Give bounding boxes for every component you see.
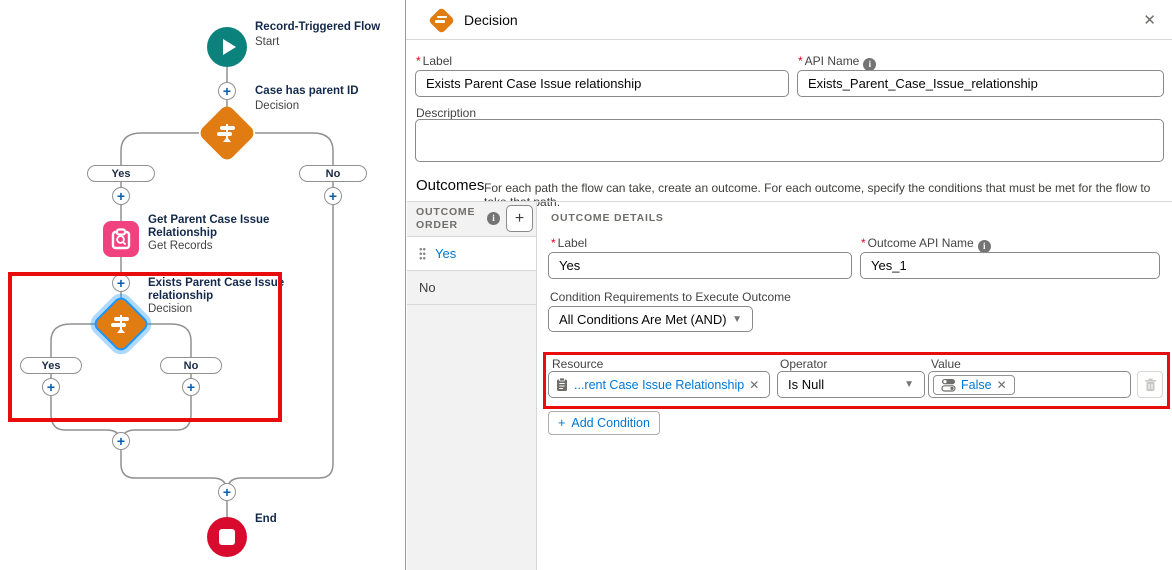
branch-label-yes: Yes <box>87 165 155 182</box>
outcomes-heading: Outcomes <box>416 177 484 194</box>
outcome-item-no[interactable]: No <box>407 271 536 305</box>
get-records-icon <box>110 228 132 250</box>
add-element-button[interactable]: + <box>42 378 60 396</box>
decision1-subtitle: Decision <box>255 100 299 113</box>
add-element-button[interactable]: + <box>324 187 342 205</box>
get-records-title: Get Parent Case Issue Relationship <box>148 214 313 240</box>
remove-value-icon[interactable]: ✕ <box>997 378 1007 392</box>
end-node[interactable] <box>207 517 247 557</box>
decision2-subtitle: Decision <box>148 303 192 316</box>
description-field-label: Description <box>416 106 476 120</box>
branch-label-no: No <box>160 357 222 374</box>
add-outcome-button[interactable]: + <box>506 205 533 232</box>
play-icon <box>223 39 236 55</box>
value-label: Value <box>931 357 961 371</box>
outcome-item-yes[interactable]: Yes <box>407 237 536 271</box>
add-element-button[interactable]: + <box>182 378 200 396</box>
branch-label-no: No <box>299 165 367 182</box>
decision-icon <box>428 7 454 33</box>
outcomes-blurb: For each path the flow can take, create … <box>484 181 1172 209</box>
description-input[interactable] <box>415 119 1164 162</box>
add-element-button[interactable]: + <box>112 274 130 292</box>
start-node[interactable] <box>207 27 247 67</box>
panel-header: Decision ✕ <box>406 0 1172 40</box>
drag-handle-icon[interactable] <box>419 247 426 260</box>
remove-resource-icon[interactable]: ✕ <box>749 378 759 392</box>
outcome-label-input[interactable] <box>548 252 852 279</box>
outcome-label-field-label: *Label <box>551 236 587 250</box>
add-element-button[interactable]: + <box>218 82 236 100</box>
branch-label-yes: Yes <box>20 357 82 374</box>
add-condition-button[interactable]: + Add Condition <box>548 411 660 435</box>
outcome-order-label-line2: ORDER <box>416 219 458 231</box>
outcome-order-header: OUTCOME ORDER i + <box>407 202 536 237</box>
decision1-title: Case has parent ID <box>255 85 430 98</box>
stop-icon <box>219 529 235 545</box>
api-name-field-label: *API Namei <box>798 54 876 71</box>
outcome-order-label-line1: OUTCOME <box>416 206 475 218</box>
condition-requirements-label: Condition Requirements to Execute Outcom… <box>550 290 791 304</box>
delete-condition-button[interactable] <box>1137 371 1163 398</box>
info-icon[interactable]: i <box>487 212 500 225</box>
add-element-button[interactable]: + <box>112 187 130 205</box>
decision-icon <box>110 315 132 333</box>
add-element-button[interactable]: + <box>112 432 130 450</box>
flow-canvas[interactable]: Record-Triggered Flow Start + Case has p… <box>0 0 406 570</box>
outcome-api-field-label: *Outcome API Namei <box>861 236 991 253</box>
operator-select[interactable]: Is Null ▼ <box>777 371 925 398</box>
record-icon <box>555 377 569 392</box>
label-field-label: *Label <box>416 54 452 68</box>
chevron-down-icon: ▼ <box>732 314 742 325</box>
decision-properties-panel: Decision ✕ *Label *API Namei Description… <box>406 0 1172 570</box>
boolean-toggle-icon <box>941 378 956 392</box>
resource-pill[interactable]: ...rent Case Issue Relationship ✕ <box>553 376 761 393</box>
value-combobox[interactable]: False ✕ <box>928 371 1131 398</box>
decision2-title: Exists Parent Case Issue relationship <box>148 277 308 303</box>
outcome-order-panel: OUTCOME ORDER i + Yes No <box>407 201 537 570</box>
divider <box>537 201 1172 202</box>
add-element-button[interactable]: + <box>218 483 236 501</box>
end-title: End <box>255 513 430 526</box>
panel-title: Decision <box>464 12 518 28</box>
operator-label: Operator <box>780 357 827 371</box>
get-records-subtitle: Get Records <box>148 240 213 253</box>
decision-icon <box>216 124 238 142</box>
value-pill[interactable]: False ✕ <box>933 375 1015 395</box>
condition-requirements-select[interactable]: All Conditions Are Met (AND) ▼ <box>548 306 753 332</box>
trash-icon <box>1144 378 1157 392</box>
close-icon[interactable]: ✕ <box>1143 11 1156 29</box>
label-input[interactable] <box>415 70 789 97</box>
resource-label: Resource <box>552 357 603 371</box>
outcome-api-input[interactable] <box>860 252 1160 279</box>
chevron-down-icon: ▼ <box>904 379 914 390</box>
resource-combobox[interactable]: ...rent Case Issue Relationship ✕ <box>548 371 770 398</box>
start-subtitle: Start <box>255 36 279 49</box>
api-name-input[interactable] <box>797 70 1164 97</box>
outcome-details-header: OUTCOME DETAILS <box>551 212 664 224</box>
plus-icon: + <box>558 416 565 430</box>
start-title: Record-Triggered Flow <box>255 21 430 34</box>
get-records-node[interactable] <box>103 221 139 257</box>
